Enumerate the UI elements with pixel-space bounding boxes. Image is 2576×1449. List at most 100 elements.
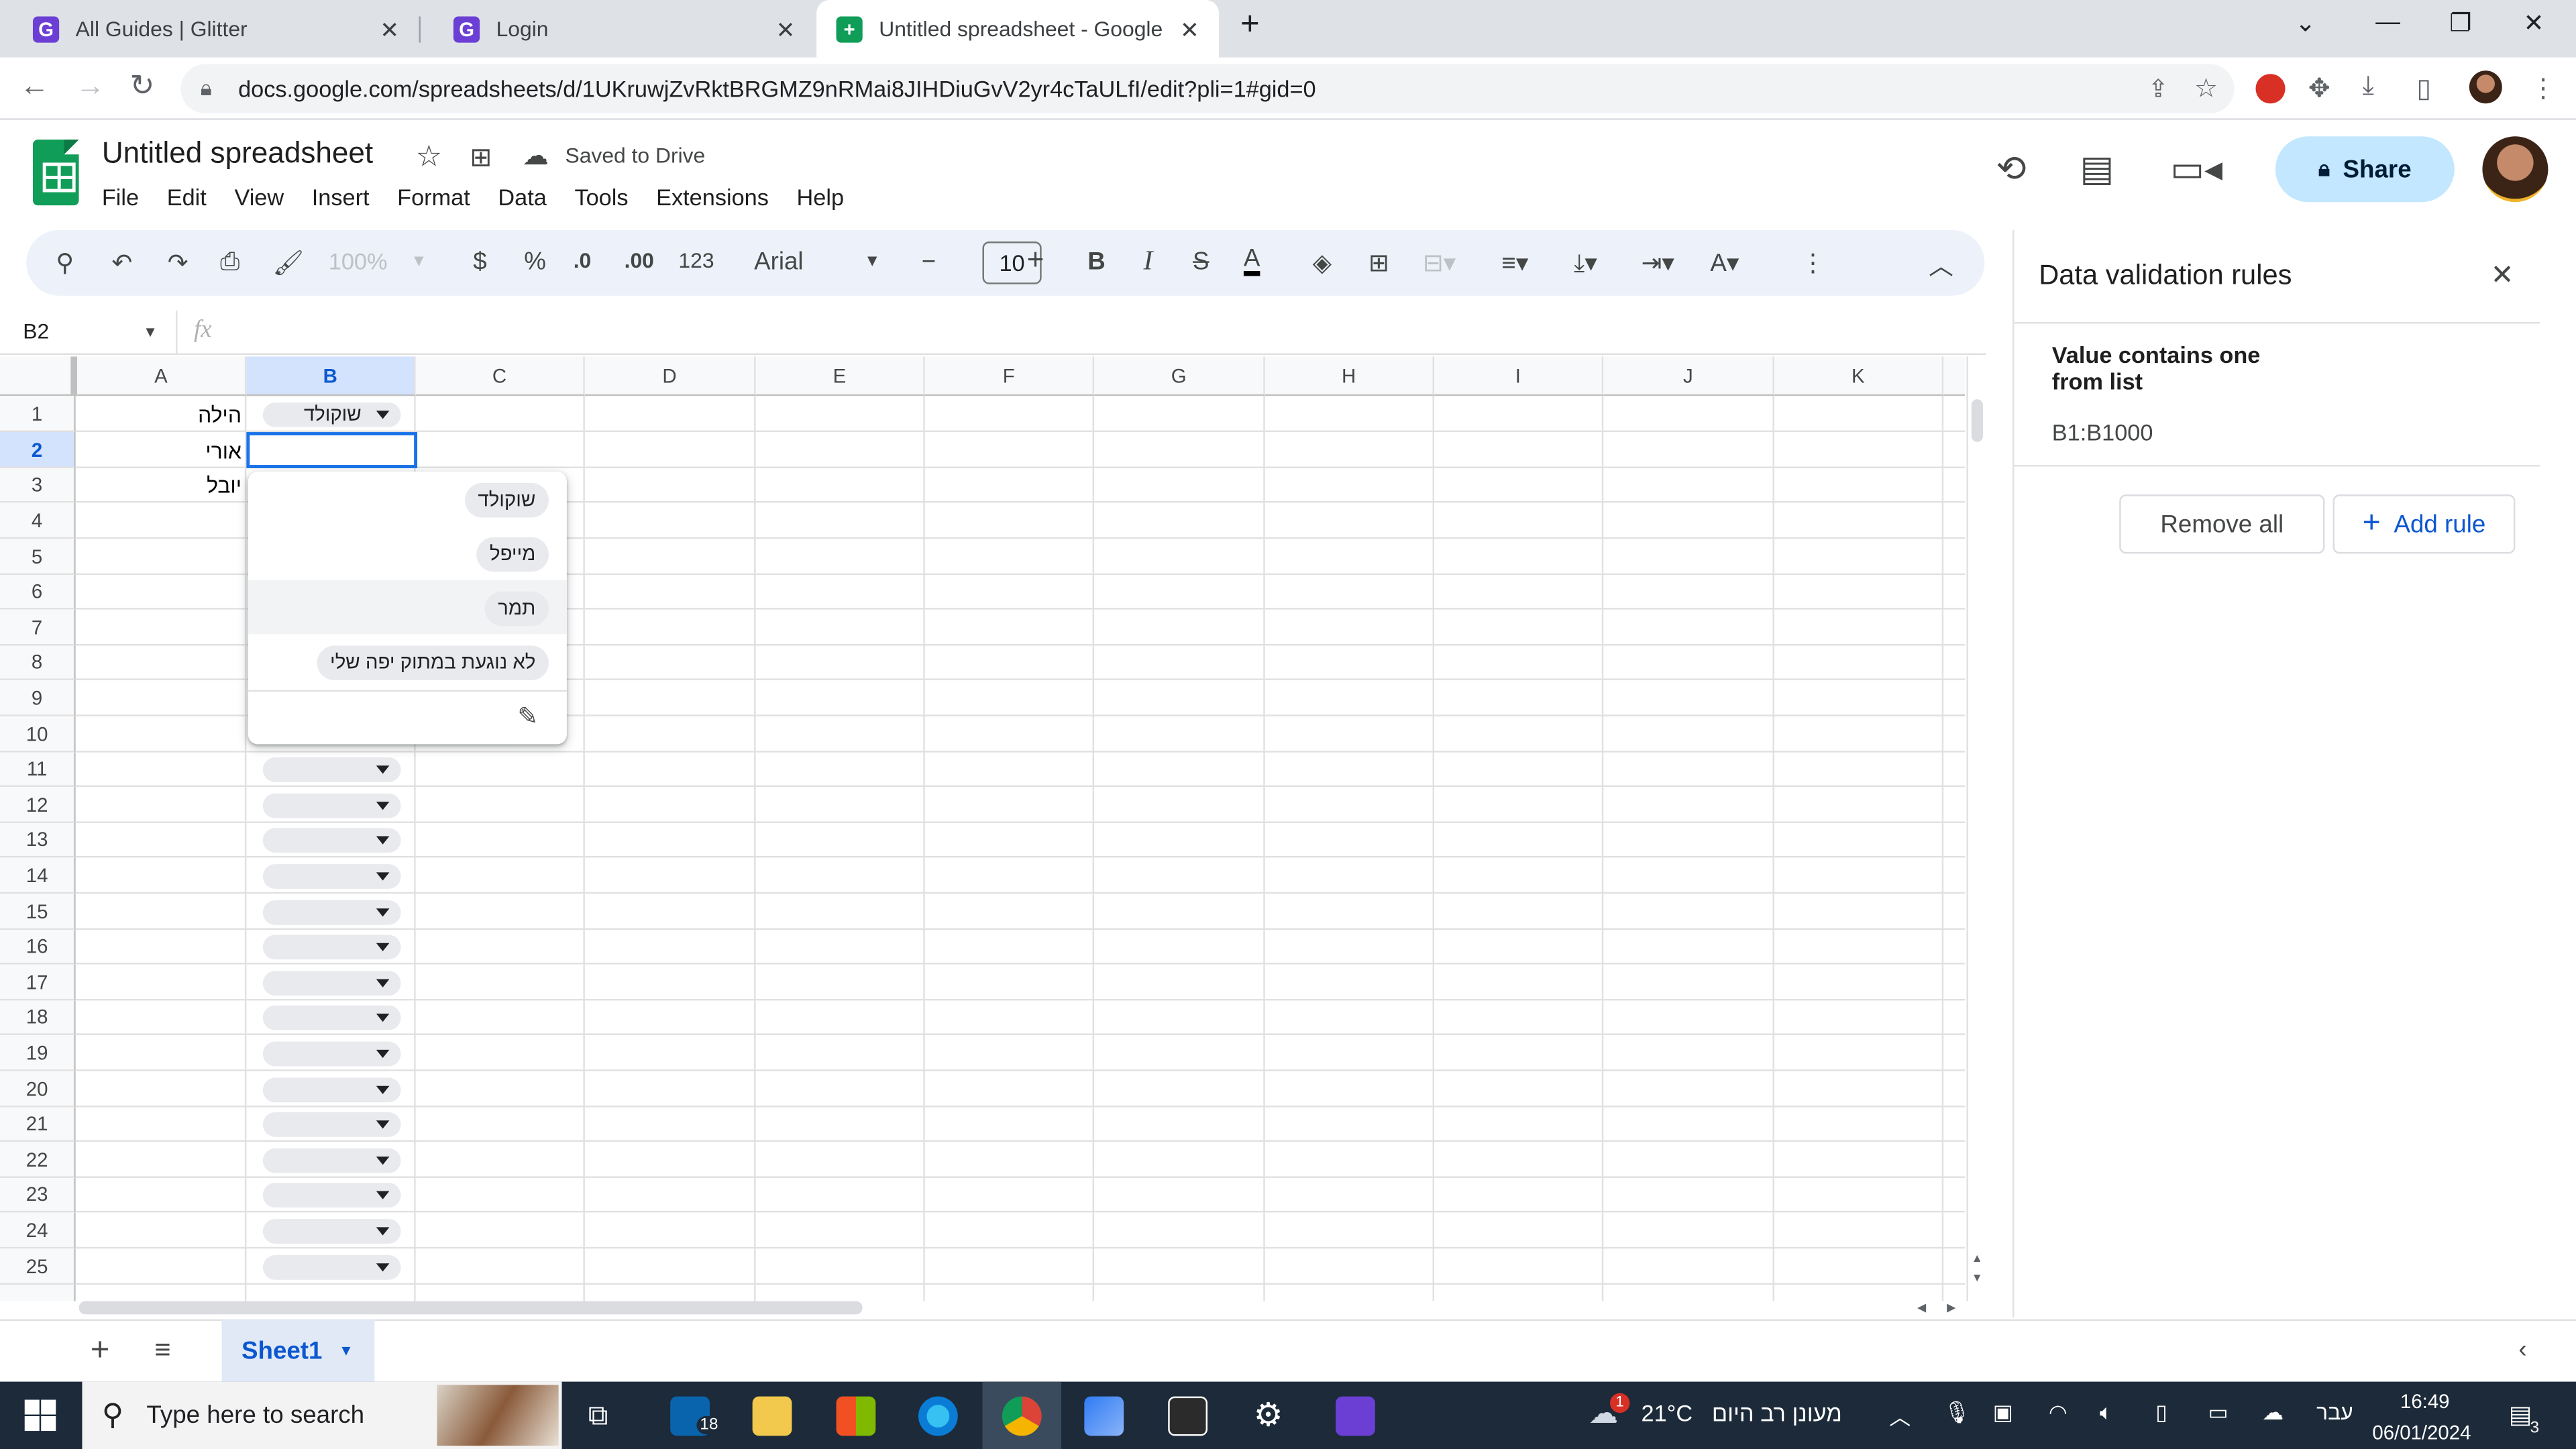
close-icon[interactable]: ✕: [2491, 260, 2514, 292]
redo-icon[interactable]: ↷: [168, 248, 189, 278]
undo-icon[interactable]: ↶: [112, 248, 133, 278]
forward-icon[interactable]: →: [76, 69, 105, 103]
vertical-align-icon[interactable]: ⤓▾: [1574, 248, 1597, 278]
print-icon[interactable]: ⎙: [220, 248, 239, 276]
dropdown-chip[interactable]: [262, 1005, 401, 1030]
menu-edit[interactable]: Edit: [167, 184, 207, 210]
cloud-offline-icon[interactable]: ☁: [2262, 1400, 2284, 1426]
star-icon[interactable]: ☆: [416, 140, 443, 174]
paint-format-icon[interactable]: 🖌︎: [273, 248, 305, 278]
row-header-24[interactable]: 24: [0, 1212, 76, 1249]
close-window-icon[interactable]: ✕: [2524, 8, 2544, 38]
row-header-4[interactable]: 4: [0, 502, 76, 539]
close-tab-icon[interactable]: ✕: [1180, 16, 1199, 44]
row-header-22[interactable]: 22: [0, 1142, 76, 1178]
task-view-icon[interactable]: ⧉: [588, 1400, 608, 1433]
dropdown-chip[interactable]: [262, 1112, 401, 1137]
scroll-up-icon[interactable]: ▲: [1972, 1254, 1983, 1265]
dropdown-chip[interactable]: [262, 1077, 401, 1103]
add-sheet-icon[interactable]: +: [91, 1332, 110, 1370]
merge-cells-icon[interactable]: ⊟▾: [1423, 248, 1456, 278]
glitter-app-icon[interactable]: [1336, 1396, 1375, 1436]
strikethrough-icon[interactable]: S: [1193, 248, 1210, 276]
font-select[interactable]: Arial: [754, 248, 804, 276]
volume-icon[interactable]: 🔈︎: [2100, 1400, 2112, 1426]
edge-browser-icon[interactable]: [918, 1396, 958, 1436]
font-size-decrease-icon[interactable]: −: [922, 248, 936, 276]
dropdown-chip[interactable]: [262, 934, 401, 960]
language-indicator[interactable]: עבר: [2316, 1400, 2353, 1425]
column-header-a[interactable]: A: [77, 356, 247, 396]
show-hidden-icons-chevron-icon[interactable]: ︿: [1889, 1400, 1911, 1432]
scroll-right-icon[interactable]: ▶: [1947, 1301, 1955, 1314]
clock-date[interactable]: 06/01/2024: [2372, 1421, 2471, 1444]
dropdown-option[interactable]: מייפל: [248, 526, 567, 580]
adblock-extension-icon[interactable]: [2255, 74, 2286, 104]
row-header-9[interactable]: 9: [0, 680, 76, 716]
dropdown-chip[interactable]: [262, 1219, 401, 1244]
reload-icon[interactable]: ↻: [129, 69, 154, 103]
comments-icon[interactable]: ▤: [2080, 148, 2114, 191]
extensions-puzzle-icon[interactable]: ✥: [2308, 72, 2330, 105]
italic-button[interactable]: I: [1144, 245, 1153, 278]
dropdown-chip[interactable]: [262, 1255, 401, 1280]
cell-a3[interactable]: יובל: [77, 473, 241, 498]
cell-a1[interactable]: הילה: [77, 402, 241, 427]
bookmark-star-icon[interactable]: ☆: [2194, 72, 2218, 105]
bold-button[interactable]: B: [1087, 248, 1106, 276]
all-sheets-icon[interactable]: ≡: [154, 1334, 170, 1367]
cell-a2[interactable]: אורי: [77, 439, 241, 464]
menu-format[interactable]: Format: [397, 184, 470, 210]
scroll-left-icon[interactable]: ◀: [1917, 1301, 1926, 1314]
menu-file[interactable]: File: [102, 184, 139, 210]
download-icon[interactable]: ⤓: [2363, 72, 2374, 102]
meet-video-icon[interactable]: ▭◂: [2170, 148, 2222, 191]
close-tab-icon[interactable]: ✕: [776, 16, 796, 44]
dropdown-chip[interactable]: [262, 828, 401, 853]
borders-icon[interactable]: ⊞: [1368, 248, 1389, 278]
address-bar[interactable]: 🔒︎ docs.google.com/spreadsheets/d/1UKruw…: [180, 64, 2235, 113]
dropdown-option-highlighted[interactable]: תמר: [248, 580, 567, 635]
row-header-14[interactable]: 14: [0, 857, 76, 894]
search-menus-icon[interactable]: ⚲: [56, 248, 74, 278]
dropdown-chip[interactable]: [262, 971, 401, 996]
horizontal-align-icon[interactable]: ≡▾: [1501, 248, 1528, 278]
text-color-button[interactable]: A: [1243, 246, 1260, 276]
more-formats-button[interactable]: 123: [678, 248, 714, 273]
scroll-down-icon[interactable]: ▼: [1972, 1273, 1983, 1285]
notifications-icon[interactable]: ▤: [2509, 1400, 2532, 1430]
fill-color-icon[interactable]: ◈: [1313, 248, 1332, 278]
weather-temperature[interactable]: 21°C: [1642, 1400, 1693, 1426]
document-title[interactable]: Untitled spreadsheet: [102, 136, 373, 170]
clock-time[interactable]: 16:49: [2400, 1390, 2450, 1413]
menu-help[interactable]: Help: [796, 184, 844, 210]
browser-menu-icon[interactable]: ⋮: [2530, 72, 2556, 105]
dropdown-chip[interactable]: [262, 1041, 401, 1067]
collapse-toolbar-icon[interactable]: ︿: [1929, 248, 1953, 282]
share-button[interactable]: 🔒︎ Share: [2275, 136, 2455, 203]
row-header-25[interactable]: 25: [0, 1248, 76, 1285]
select-all-corner[interactable]: [0, 356, 78, 396]
add-rule-button[interactable]: + Add rule: [2332, 494, 2516, 554]
column-header-b[interactable]: B: [246, 356, 416, 396]
edit-pencil-icon[interactable]: ✎: [517, 702, 538, 731]
browser-tab-spreadsheet[interactable]: + Untitled spreadsheet - Google Sh ✕: [816, 0, 1220, 58]
tab-search-chevron-icon[interactable]: ⌄: [2295, 8, 2316, 38]
row-header-15[interactable]: 15: [0, 894, 76, 930]
dropdown-chip[interactable]: [262, 900, 401, 925]
chrome-browser-icon[interactable]: [1002, 1396, 1042, 1436]
row-header-6[interactable]: 6: [0, 575, 76, 610]
row-header-7[interactable]: 7: [0, 609, 76, 646]
menu-view[interactable]: View: [234, 184, 284, 210]
row-header-17[interactable]: 17: [0, 964, 76, 1001]
share-page-icon[interactable]: ⇪: [2148, 74, 2169, 104]
close-tab-icon[interactable]: ✕: [380, 16, 399, 44]
vertical-scrollbar[interactable]: ▲ ▼: [1966, 356, 1986, 1301]
microsoft-store-icon[interactable]: [836, 1396, 876, 1436]
selected-cell-b2[interactable]: [246, 432, 418, 468]
column-header-d[interactable]: D: [584, 356, 756, 396]
column-header-i[interactable]: I: [1434, 356, 1604, 396]
row-header-16[interactable]: 16: [0, 930, 76, 965]
remove-all-button[interactable]: Remove all: [2119, 494, 2325, 554]
column-header-f[interactable]: F: [924, 356, 1095, 396]
